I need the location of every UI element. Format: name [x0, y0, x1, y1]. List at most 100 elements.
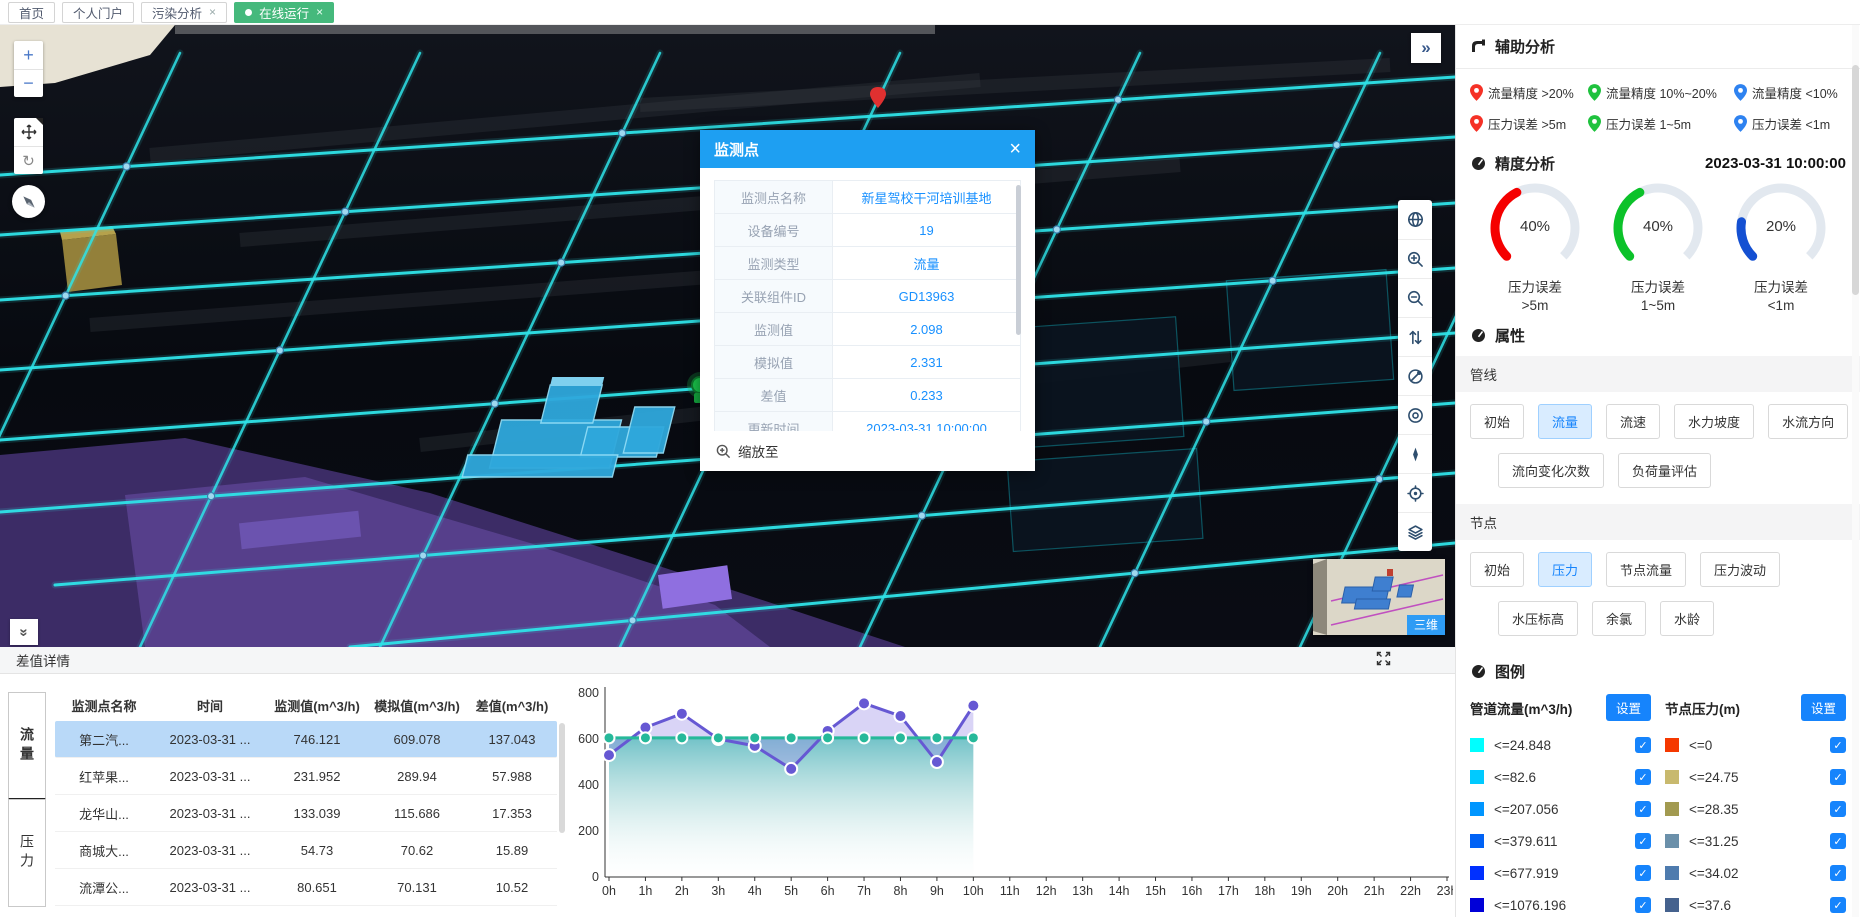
node-button-压力[interactable]: 压力 — [1538, 552, 1592, 587]
tab-2[interactable]: 个人门户 — [62, 2, 134, 23]
tab-3[interactable]: 污染分析× — [141, 2, 227, 23]
table-row[interactable]: 流潭公...2023-03-31 ...80.65170.13110.52 — [55, 869, 557, 906]
pipe-button-水流方向[interactable]: 水流方向 — [1768, 404, 1848, 439]
legend-item-checkbox[interactable]: ✓ — [1635, 897, 1651, 913]
popup-row-value[interactable]: 2.331 — [833, 346, 1020, 378]
precision-legend-label: 流量精度 10%~20% — [1606, 83, 1717, 102]
node-button-压力波动[interactable]: 压力波动 — [1700, 552, 1780, 587]
expand-icon[interactable] — [1376, 651, 1391, 669]
map-tool-globe[interactable] — [1398, 200, 1432, 239]
map-tool-rotate[interactable] — [1398, 356, 1432, 395]
pipe-button-水力坡度[interactable]: 水力坡度 — [1674, 404, 1754, 439]
map-pin-icon — [1734, 84, 1747, 101]
legend-item-checkbox[interactable]: ✓ — [1635, 769, 1651, 785]
map-tool-swap-vertical[interactable] — [1398, 317, 1432, 356]
map-tool-zoom-out[interactable] — [1398, 278, 1432, 317]
gauge-percent: 40% — [1597, 218, 1719, 235]
popup-row-value[interactable]: 19 — [833, 214, 1020, 246]
table-cell: 133.039 — [267, 806, 367, 821]
map-pan-button[interactable] — [14, 118, 43, 146]
close-icon[interactable]: × — [1009, 139, 1021, 159]
svg-text:800: 800 — [578, 686, 599, 700]
map-tool-circle-target[interactable] — [1398, 395, 1432, 434]
node-button-水龄[interactable]: 水龄 — [1660, 601, 1714, 636]
svg-text:1h: 1h — [638, 884, 652, 898]
legend-item-checkbox[interactable]: ✓ — [1830, 737, 1846, 753]
legend-item-checkbox[interactable]: ✓ — [1635, 737, 1651, 753]
map-tool-locate[interactable] — [1398, 473, 1432, 512]
pipe-button-负荷量评估[interactable]: 负荷量评估 — [1618, 453, 1711, 488]
legend-item-label: <=24.75 — [1689, 770, 1820, 785]
metric-tab-压力[interactable]: 压力 — [8, 799, 46, 907]
gauge-label-line2: <1m — [1720, 297, 1842, 315]
legend-item-checkbox[interactable]: ✓ — [1635, 833, 1651, 849]
svg-text:22h: 22h — [1400, 884, 1421, 898]
legend-settings-button[interactable]: 设置 — [1801, 694, 1846, 721]
minimap-mode-label[interactable]: 三维 — [1407, 615, 1445, 635]
popup-row-label: 监测值 — [715, 313, 833, 345]
bottom-panel-collapse-button[interactable]: » — [10, 619, 38, 645]
legend-item-checkbox[interactable]: ✓ — [1830, 769, 1846, 785]
map-rotate-button[interactable]: ↻ — [14, 146, 43, 174]
map-compass-button[interactable] — [12, 185, 45, 218]
legend-item: <=677.919✓ — [1470, 865, 1651, 881]
map-tool-zoom-in[interactable] — [1398, 239, 1432, 278]
node-button-初始[interactable]: 初始 — [1470, 552, 1524, 587]
popup-scrollbar[interactable] — [1016, 185, 1021, 335]
table-row[interactable]: 龙华山...2023-03-31 ...133.039115.68617.353 — [55, 795, 557, 832]
pipe-button-流量[interactable]: 流量 — [1538, 404, 1592, 439]
sidebar-collapse-button[interactable]: » — [1411, 33, 1441, 63]
popup-row: 监测点名称新星驾校干河培训基地 — [714, 181, 1021, 214]
legend-item-checkbox[interactable]: ✓ — [1635, 801, 1651, 817]
minimap[interactable]: 三维 — [1313, 559, 1445, 635]
legend-item-checkbox[interactable]: ✓ — [1830, 801, 1846, 817]
legend-group-title: 管道流量(m^3/h) — [1470, 698, 1572, 718]
pipe-button-初始[interactable]: 初始 — [1470, 404, 1524, 439]
table-cell: 红苹果... — [55, 767, 153, 786]
popup-row-value[interactable]: 新星驾校干河培训基地 — [833, 181, 1020, 213]
legend-item-checkbox[interactable]: ✓ — [1635, 865, 1651, 881]
svg-text:0: 0 — [592, 870, 599, 884]
node-button-余氯[interactable]: 余氯 — [1592, 601, 1646, 636]
table-row[interactable]: 第二汽...2023-03-31 ...746.121609.078137.04… — [55, 721, 557, 758]
tab-close-icon[interactable]: × — [316, 5, 323, 19]
pipe-button-流向变化次数[interactable]: 流向变化次数 — [1498, 453, 1604, 488]
metric-tab-流量[interactable]: 流量 — [8, 692, 46, 800]
gauge-percent: 20% — [1720, 218, 1842, 235]
popup-row-value[interactable]: 2.098 — [833, 313, 1020, 345]
zoom-out-icon — [1407, 290, 1424, 307]
node-button-节点流量[interactable]: 节点流量 — [1606, 552, 1686, 587]
map-tool-compass[interactable] — [1398, 434, 1432, 473]
table-cell: 2023-03-31 ... — [153, 769, 267, 784]
legend-item-checkbox[interactable]: ✓ — [1830, 865, 1846, 881]
sidebar-scrollbar[interactable] — [1852, 25, 1859, 917]
svg-text:2h: 2h — [675, 884, 689, 898]
map-zoom-out-button[interactable]: − — [14, 69, 43, 97]
map-zoom-in-button[interactable]: + — [14, 41, 43, 69]
table-row[interactable]: 红苹果...2023-03-31 ...231.952289.9457.988 — [55, 758, 557, 795]
analysis-timestamp: 2023-03-31 10:00:00 — [1705, 155, 1846, 172]
legend-settings-button[interactable]: 设置 — [1606, 694, 1651, 721]
map-toolbar — [1398, 200, 1432, 551]
popup-row-value[interactable]: GD13963 — [833, 280, 1020, 312]
map-3d-view[interactable]: + − ↻ » » — [0, 25, 1455, 647]
tab-4[interactable]: 在线运行 × — [234, 2, 334, 23]
legend-item-checkbox[interactable]: ✓ — [1830, 897, 1846, 913]
map-tool-layers[interactable] — [1398, 512, 1432, 551]
pipe-button-流速[interactable]: 流速 — [1606, 404, 1660, 439]
popup-row: 监测类型流量 — [714, 247, 1021, 280]
legend-item-checkbox[interactable]: ✓ — [1830, 833, 1846, 849]
popup-row-value[interactable]: 流量 — [833, 247, 1020, 279]
table-cell: 137.043 — [467, 732, 557, 747]
svg-text:7h: 7h — [857, 884, 871, 898]
tab-1[interactable]: 首页 — [8, 2, 55, 23]
tab-close-icon[interactable]: × — [209, 5, 216, 19]
popup-row-value[interactable]: 0.233 — [833, 379, 1020, 411]
popup-row-label: 监测类型 — [715, 247, 833, 279]
table-row[interactable]: 商城大...2023-03-31 ...54.7370.6215.89 — [55, 832, 557, 869]
table-cell: 10.52 — [467, 880, 557, 895]
tab-label: 在线运行 — [259, 3, 309, 22]
node-button-水压标高[interactable]: 水压标高 — [1498, 601, 1578, 636]
zoom-to-button[interactable]: 缩放至 — [700, 431, 1035, 471]
popup-row-value[interactable]: 2023-03-31 10:00:00 — [833, 412, 1020, 431]
